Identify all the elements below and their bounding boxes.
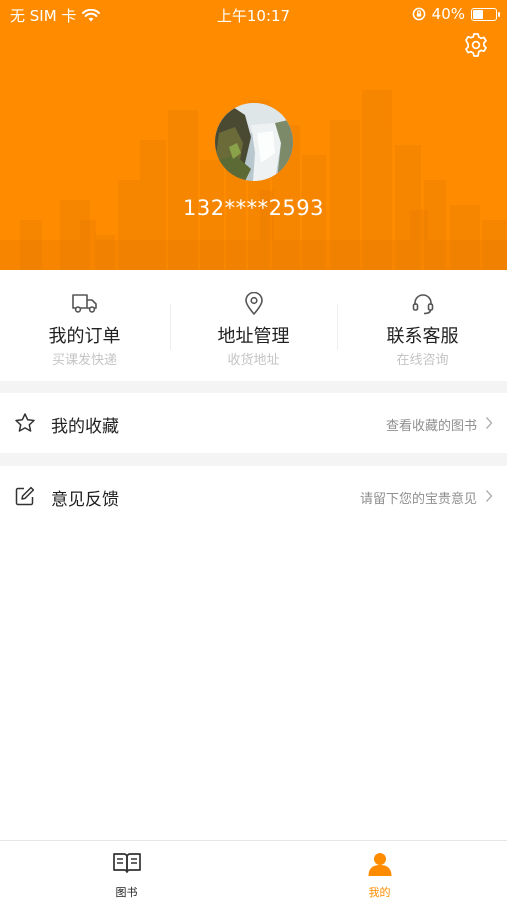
menu-item-feedback[interactable]: 意见反馈 请留下您的宝贵意见 (0, 466, 507, 526)
favorites-label: 我的收藏 (51, 417, 119, 437)
wifi-icon (82, 8, 101, 21)
location-pin-icon (244, 292, 263, 315)
settings-button[interactable] (461, 30, 491, 60)
address-management-title: 地址管理 (217, 326, 290, 347)
edit-icon (15, 486, 35, 506)
status-time: 上午10:17 (216, 7, 291, 25)
user-phone: 132****2593 (182, 196, 325, 220)
tab-books[interactable]: 图书 (0, 841, 253, 901)
truck-icon (71, 294, 97, 313)
tab-books-label: 图书 (115, 886, 138, 899)
profile-header: 无 SIM 卡 上午10:17 40% 132****2593 (0, 0, 507, 270)
customer-service-link[interactable]: 联系客服 在线咨询 (338, 270, 507, 381)
menu-item-favorites[interactable]: 我的收藏 查看收藏的图书 (0, 393, 507, 453)
tab-mine[interactable]: 我的 (253, 841, 506, 901)
feedback-label: 意见反馈 (51, 490, 119, 510)
headset-icon (412, 294, 433, 315)
address-management-subtitle: 收货地址 (227, 353, 280, 368)
book-icon (112, 853, 141, 873)
rotation-lock-icon (412, 7, 426, 21)
carrier-label: 无 SIM 卡 (10, 7, 77, 25)
avatar[interactable] (215, 103, 293, 181)
quick-links-panel: 我的订单 买课发快递 地址管理 收货地址 联系客服 在线咨询 (0, 270, 507, 381)
feedback-hint: 请留下您的宝贵意见 (359, 492, 477, 507)
section-separator (0, 381, 507, 393)
customer-service-subtitle: 在线咨询 (396, 353, 449, 368)
status-bar: 无 SIM 卡 上午10:17 40% (0, 0, 507, 30)
favorites-hint: 查看收藏的图书 (385, 419, 477, 434)
chevron-right-icon (485, 490, 493, 502)
chevron-right-icon (485, 417, 493, 429)
customer-service-title: 联系客服 (386, 326, 459, 347)
my-orders-title: 我的订单 (48, 326, 121, 347)
tab-mine-label: 我的 (368, 886, 391, 899)
battery-percent: 40% (431, 5, 465, 23)
my-orders-link[interactable]: 我的订单 买课发快递 (0, 270, 169, 381)
star-icon (15, 413, 35, 432)
address-management-link[interactable]: 地址管理 收货地址 (169, 270, 338, 381)
battery-icon (471, 7, 500, 21)
tab-bar: 图书 我的 (0, 840, 507, 901)
my-orders-subtitle: 买课发快递 (51, 353, 117, 368)
person-icon (368, 853, 391, 876)
section-separator (0, 453, 507, 466)
gear-icon (465, 33, 487, 57)
